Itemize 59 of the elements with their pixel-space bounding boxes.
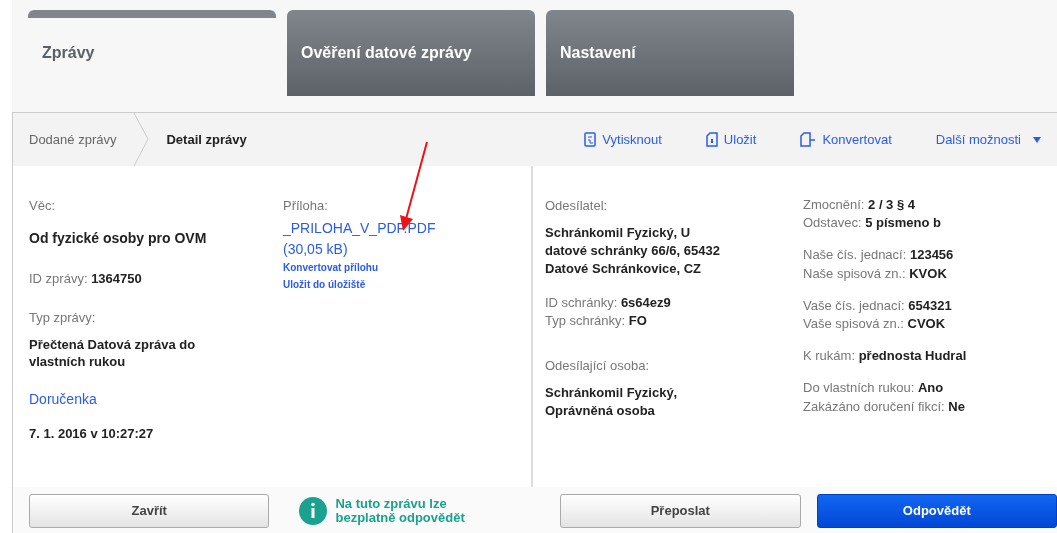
address-line: Datové Schránkovice, CZ bbox=[545, 259, 703, 278]
field-value: KVOK bbox=[909, 265, 947, 281]
attachment-link[interactable]: _PRILOHA_V_PDF.PDF bbox=[283, 217, 436, 239]
field-label: Zakázáno doručení fikcí: bbox=[803, 398, 945, 414]
field-value: Přečtená Datová zpráva do vlastních rukou bbox=[29, 335, 197, 371]
footer-button[interactable]: Přeposlat bbox=[560, 494, 801, 528]
breadcrumb-link[interactable]: Dodané zprávy bbox=[29, 129, 117, 150]
toolbar-link[interactable]: Konvertovat bbox=[800, 129, 892, 150]
field-label: Typ zprávy: bbox=[29, 309, 97, 327]
toolbar-link[interactable]: Uložit bbox=[705, 129, 757, 150]
document-icon bbox=[705, 132, 718, 147]
field-value: Schránkomil Fyzický, bbox=[545, 383, 679, 402]
subject-text: Od fyzické osoby pro OVM bbox=[29, 228, 208, 248]
field-label: ID schránky: bbox=[545, 295, 618, 311]
receipt-link[interactable]: Doručenka bbox=[29, 388, 97, 410]
field-value: Ano bbox=[917, 380, 944, 396]
field-value: 6s64ez9 bbox=[620, 295, 671, 311]
info-icon bbox=[299, 497, 328, 525]
file-size: (30,05 kB) bbox=[283, 239, 349, 259]
field-value: 654321 bbox=[908, 297, 952, 313]
field-value: 123456 bbox=[909, 247, 954, 263]
date-text: 7. 1. 2016 v 10:27:27 bbox=[29, 424, 155, 443]
field-label: Zmocnění: bbox=[803, 197, 865, 212]
footer-button[interactable]: Zavřít bbox=[29, 494, 270, 528]
field-label: Naše čís. jednací: bbox=[803, 247, 907, 263]
attachment-link[interactable]: Konvertovat přílohu bbox=[283, 259, 436, 275]
tab[interactable]: Ověření datové zprávy bbox=[287, 10, 535, 96]
tab[interactable]: Nastavení bbox=[546, 10, 794, 96]
document-icon bbox=[800, 132, 817, 147]
field-value: CVOK bbox=[907, 315, 946, 331]
field-label: Do vlastních rukou: bbox=[803, 380, 915, 396]
field-label: Odesílající osoba: bbox=[545, 357, 651, 376]
field-label: ID zprávy: bbox=[29, 270, 88, 286]
address-line: Schránkomil Fyzický, U bbox=[545, 223, 692, 242]
attachment-link[interactable]: Uložit do úložiště bbox=[283, 276, 436, 292]
address-line: datové schránky 66/6, 65432 bbox=[545, 241, 721, 260]
field-label: Věc: bbox=[29, 197, 56, 215]
field-label: Příloha: bbox=[283, 197, 329, 215]
field-value: 1364750 bbox=[91, 270, 142, 286]
field-label: Typ schránky: bbox=[545, 313, 626, 329]
field-label: Vaše čís. jednací: bbox=[803, 297, 905, 313]
field-value: Ne bbox=[948, 398, 965, 414]
field-value: FO bbox=[628, 313, 647, 329]
field-value: 2 / 3 § 4 bbox=[868, 197, 916, 212]
toolbar-link[interactable]: Vytisknout bbox=[584, 129, 662, 150]
field-label: Naše spisová zn.: bbox=[803, 265, 906, 281]
info-text: Na tuto zprávu lze bezplatně odpovědět bbox=[335, 497, 466, 525]
field-value: přednosta Hudral bbox=[858, 348, 967, 364]
field-value: Oprávněná osoba bbox=[545, 402, 656, 421]
field-label: K rukám: bbox=[803, 348, 855, 364]
field-label: Odstavec: bbox=[803, 215, 862, 231]
document-icon bbox=[584, 132, 597, 147]
field-label: Odesílatel: bbox=[545, 197, 609, 215]
toolbar-link[interactable]: Další možnosti bbox=[935, 129, 1041, 150]
caret-icon bbox=[1033, 136, 1041, 143]
field-value: 5 písmeno b bbox=[865, 215, 941, 231]
breadcrumb-link[interactable]: Detail zprávy bbox=[166, 129, 247, 150]
field-label: Vaše spisová zn.: bbox=[803, 315, 904, 331]
footer-button[interactable]: Odpovědět bbox=[816, 494, 1057, 528]
